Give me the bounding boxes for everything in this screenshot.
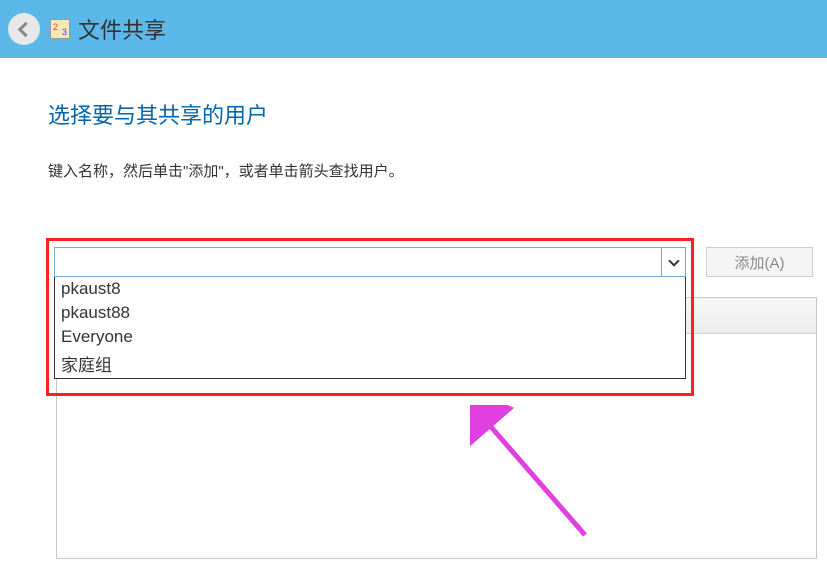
window-title: 文件共享 <box>78 13 166 45</box>
titlebar: 文件共享 <box>0 0 827 58</box>
dropdown-button[interactable] <box>662 247 686 277</box>
user-combo-row: 添加(A) <box>54 247 813 277</box>
arrow-left-icon <box>18 21 34 37</box>
dropdown-item[interactable]: pkaust88 <box>55 301 685 325</box>
user-dropdown-list: pkaust8 pkaust88 Everyone 家庭组 <box>54 277 686 379</box>
instruction-text: 键入名称，然后单击"添加"，或者单击箭头查找用户。 <box>48 160 779 181</box>
user-name-input[interactable] <box>54 247 662 277</box>
dropdown-item[interactable]: pkaust8 <box>55 277 685 301</box>
back-button[interactable] <box>8 13 40 45</box>
page-heading: 选择要与其共享的用户 <box>48 98 779 130</box>
chevron-down-icon <box>668 255 679 266</box>
add-button[interactable]: 添加(A) <box>706 247 813 277</box>
app-icon <box>50 19 70 39</box>
dropdown-item[interactable]: 家庭组 <box>55 349 685 378</box>
dropdown-item[interactable]: Everyone <box>55 325 685 349</box>
